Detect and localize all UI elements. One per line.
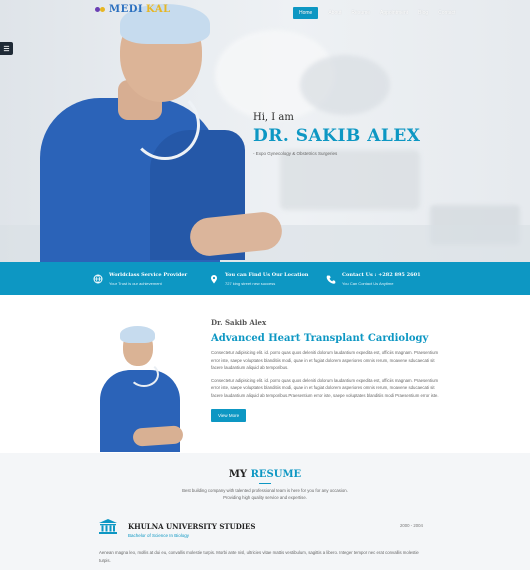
background-equipment [280,150,420,210]
education-years: 2000 - 2004 [400,523,423,528]
side-menu-toggle[interactable] [0,42,13,55]
nav-item-blog[interactable]: Blog [418,7,428,19]
nav-item-home[interactable]: Home [293,7,319,19]
info-subtitle: You Can Contact Us Anytime [342,280,394,286]
logo-mark-icon [95,5,106,14]
info-item-service: Worldclass Service Provider Your Trust i… [93,262,187,295]
info-bar: Worldclass Service Provider Your Trust i… [0,262,530,295]
background-lamp [300,55,390,115]
education-degree: Bachelor of Science In Biology [128,533,190,538]
about-paragraph: Consectetur adipisicing elit. id. porro … [211,377,439,398]
resume-subtitle: Best building company with talented prof… [182,488,348,500]
hero-tagline: - Expo Gynecology & Obstetrics Surgeries [253,151,338,156]
info-title: You can Find Us Our Location [225,271,309,278]
info-title: Worldclass Service Provider [109,271,188,278]
phone-icon [326,274,336,284]
hero-name: DR. SAKIB ALEX [253,126,421,146]
education-description: Aenean magna leo, mollis at dui eu, conv… [99,550,419,563]
view-more-button[interactable]: View More [211,409,247,422]
resume-title-accent: RESUME [250,469,302,480]
hero-section: MEDI KAL Home About Resume Appointment Bl… [0,0,530,262]
info-item-contact: Contact Us : +282 895 2601 You Can Conta… [326,262,421,295]
nav-item-about[interactable]: About [328,7,341,19]
info-subtitle: Your Trust is our achievement [109,280,162,286]
site-logo[interactable]: MEDI KAL [95,4,171,15]
hero-greeting: Hi, I am [253,112,294,123]
nav-item-resume[interactable]: Resume [351,7,370,19]
info-title: Contact Us : +282 895 2601 [342,271,421,278]
info-item-location: You can Find Us Our Location 727 king st… [209,262,308,295]
about-name: Dr. Sakib Alex [211,318,267,327]
resume-title: MY RESUME [0,469,530,480]
nav-item-appointment[interactable]: Appointment [380,7,408,19]
logo-text-accent: KAL [146,4,171,15]
about-paragraph: Consectetur adipisicing elit. id. porro … [211,350,439,370]
title-underline [259,483,271,484]
about-section: Dr. Sakib Alex Advanced Heart Transplant… [211,318,439,422]
main-nav: Home About Resume Appointment Blog Conta… [293,7,455,19]
logo-text-main: MEDI [109,4,144,15]
resume-title-main: MY [228,469,248,480]
nav-item-contact[interactable]: Contact [438,7,455,19]
about-headline: Advanced Heart Transplant Cardiology [211,333,429,344]
info-subtitle: 727 king street new success [225,280,276,286]
location-pin-icon [209,274,219,284]
globe-icon [93,274,103,284]
doctor-portrait [95,312,195,452]
hero-intro: Hi, I am DR. SAKIB ALEX - Expo Gynecolog… [253,112,420,156]
menu-icon [3,45,10,52]
doctor-hero-image [40,0,284,262]
university-icon [99,519,117,534]
education-title: KHULNA UNIVERSITY STUDIES [128,522,256,531]
